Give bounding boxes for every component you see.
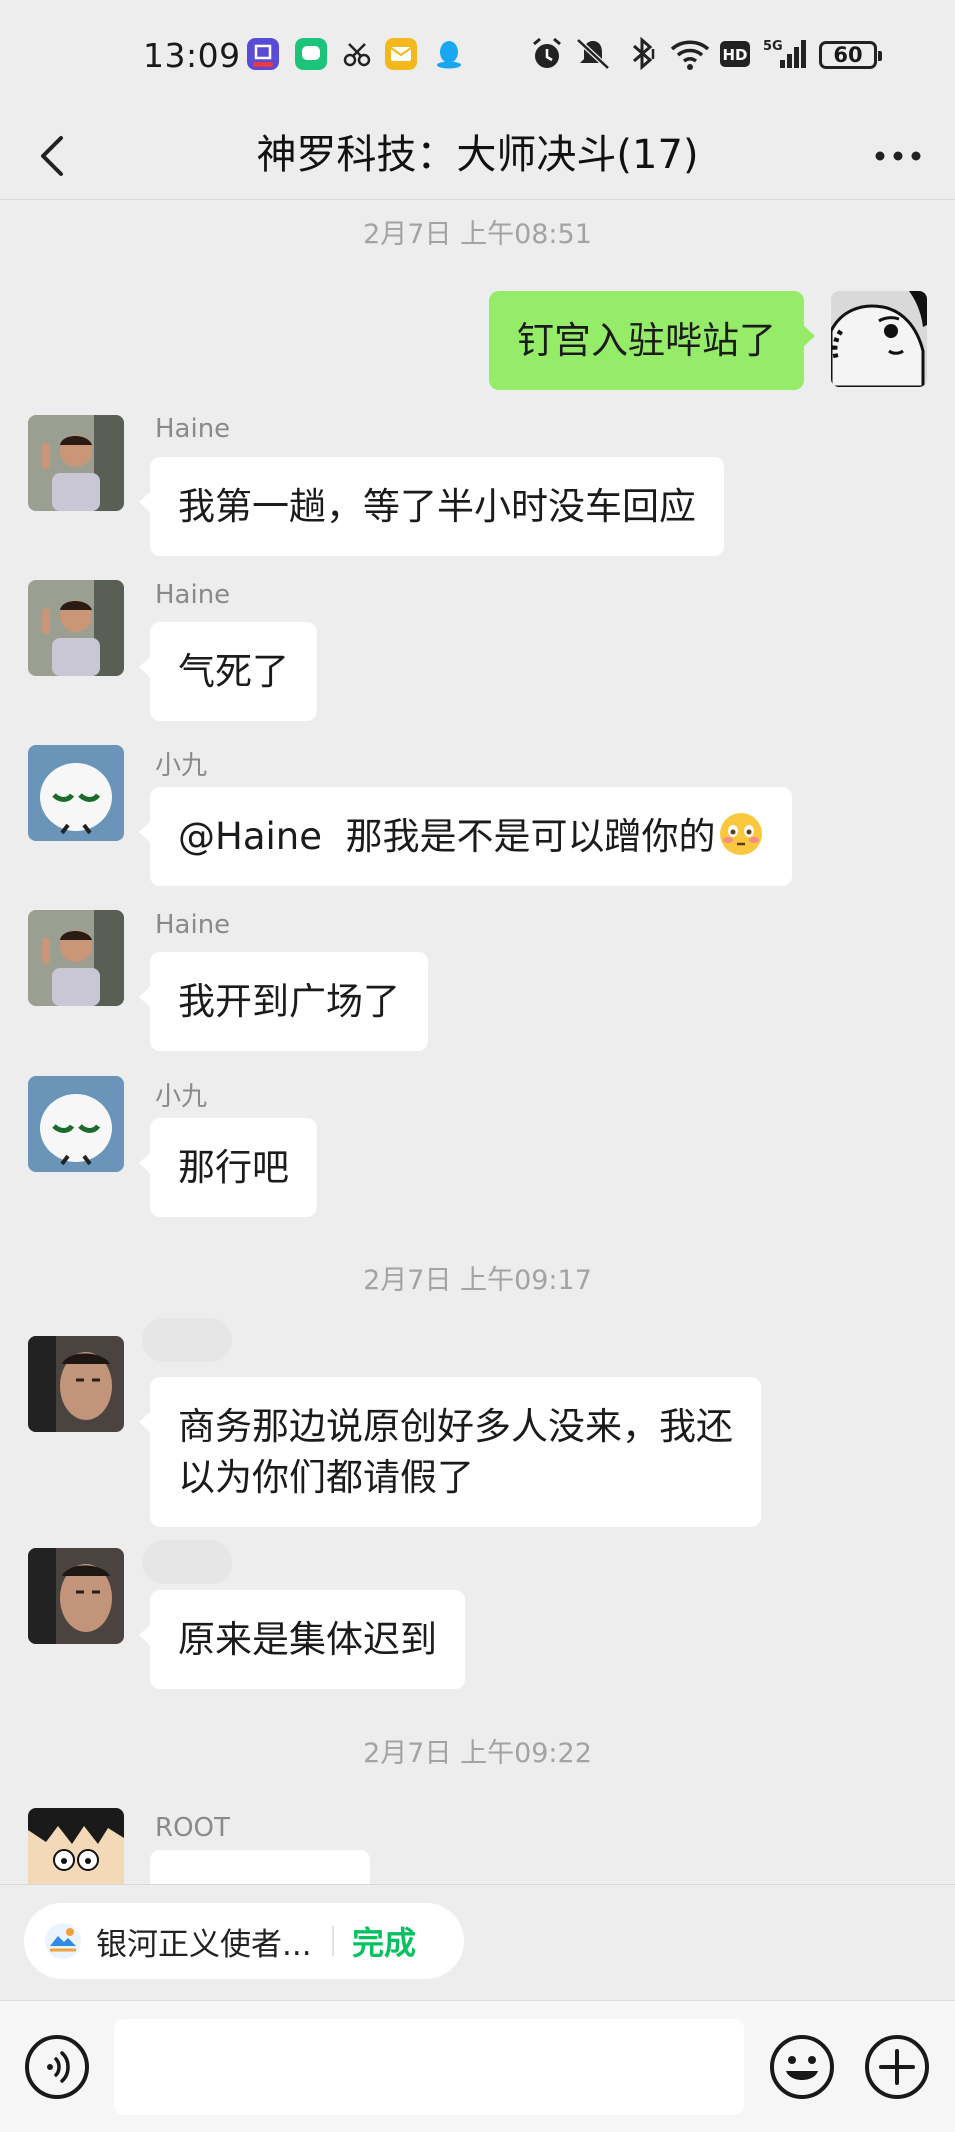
sender-name-redacted — [142, 1318, 232, 1362]
message-bubble[interactable]: 我开到广场了 — [139, 952, 428, 1051]
emoji-icon[interactable] — [769, 2034, 835, 2100]
bluetooth-icon — [633, 36, 655, 71]
plus-icon[interactable] — [864, 2034, 930, 2100]
sender-name: 小九 — [155, 751, 208, 781]
pill-divider — [332, 1926, 334, 1956]
sender-name: 小九 — [155, 1082, 208, 1112]
message-bubble[interactable]: 气死了 — [139, 622, 317, 721]
mini-program-title: 银河正义使者... — [96, 1926, 312, 1963]
5g-signal-icon: 5G — [763, 39, 806, 68]
timestamp: 2月7日 上午08:51 — [363, 219, 592, 250]
robot-head-avatar-icon — [28, 745, 124, 841]
message-bubble-self[interactable]: 钉宫入驻哔站了 — [489, 291, 815, 390]
boy-photo-avatar-icon — [28, 580, 124, 676]
status-bar: 13:09 HD 5G 60 — [0, 0, 955, 112]
timestamp: 2月7日 上午09:17 — [363, 1265, 592, 1296]
back-button[interactable] — [22, 116, 82, 196]
header-divider — [0, 199, 955, 200]
battery-indicator: 60 — [819, 41, 882, 69]
sender-name: Haine — [155, 910, 231, 940]
status-time: 13:09 — [143, 36, 241, 75]
robot-head-avatar-icon — [28, 1076, 124, 1172]
mini-program-pill[interactable]: 银河正义使者... 完成 — [24, 1903, 464, 1979]
boy-photo-avatar-icon — [28, 415, 124, 511]
avatar-xiaojiu[interactable] — [28, 745, 124, 841]
svg-text:HD: HD — [722, 46, 747, 64]
message-bubble[interactable]: 那行吧 — [139, 1118, 317, 1217]
bottom-panel: 银河正义使者... 完成 — [0, 1884, 955, 2132]
more-dots-icon — [875, 151, 921, 161]
mail-icon — [385, 38, 417, 70]
wifi-icon — [670, 40, 710, 70]
timestamp: 2月7日 上午09:22 — [363, 1738, 592, 1769]
avatar-haine[interactable] — [28, 580, 124, 676]
done-button[interactable]: 完成 — [352, 1918, 416, 1964]
avatar-haine[interactable] — [28, 415, 124, 511]
hiking-app-logo-icon — [45, 1923, 81, 1959]
avatar-root[interactable] — [28, 1808, 124, 1884]
alarm-icon — [533, 37, 561, 68]
chat-header: 神罗科技：大师决斗(17) — [0, 112, 955, 200]
hd-icon: HD — [720, 41, 750, 67]
scissors-app-icon — [343, 43, 371, 67]
message-bubble[interactable]: 原来是集体迟到 — [139, 1590, 465, 1689]
input-bar — [0, 2000, 955, 2132]
sender-name-redacted — [142, 1540, 232, 1584]
chevron-left-icon — [41, 136, 63, 176]
man-photo-avatar-icon — [28, 1336, 124, 1432]
voice-icon[interactable] — [24, 2034, 90, 2100]
sender-name: Haine — [155, 414, 231, 444]
sender-name: ROOT — [155, 1813, 230, 1843]
message-bubble-partial[interactable] — [139, 1850, 370, 1906]
sender-name: Haine — [155, 580, 231, 610]
avatar-xiaojiu[interactable] — [28, 1076, 124, 1172]
chat-title: 神罗科技：大师决斗(17) — [256, 132, 699, 178]
message-text: @Haine 那我是不是可以蹭你的 — [178, 815, 716, 858]
cartoon-avatar-icon — [831, 291, 927, 387]
tieba-icon — [247, 38, 279, 70]
self-avatar[interactable] — [831, 291, 927, 387]
message-bubble[interactable]: 我第一趟，等了半小时没车回应 — [139, 457, 724, 556]
cartoon-boy-avatar-icon — [28, 1808, 124, 1884]
message-input[interactable] — [114, 2019, 744, 2115]
avatar-member[interactable] — [28, 1336, 124, 1432]
message-icon — [295, 38, 327, 70]
flushed-face-emoji — [719, 813, 762, 855]
more-button[interactable] — [863, 116, 933, 196]
avatar-haine[interactable] — [28, 910, 124, 1006]
qq-penguin-icon — [437, 41, 461, 69]
chat-screen: 13:09 HD 5G 60 神罗科技：大师决斗(17) 2月7日 上午08:5… — [0, 0, 955, 2132]
message-bubble[interactable]: 商务那边说原创好多人没来，我还 以为你们都请假了 — [139, 1377, 761, 1527]
message-bubble[interactable]: @Haine 那我是不是可以蹭你的 — [139, 787, 792, 886]
svg-text:5G: 5G — [763, 39, 783, 54]
mute-icon — [576, 38, 610, 70]
man-photo-avatar-icon — [28, 1548, 124, 1644]
avatar-member[interactable] — [28, 1548, 124, 1644]
boy-photo-avatar-icon — [28, 910, 124, 1006]
